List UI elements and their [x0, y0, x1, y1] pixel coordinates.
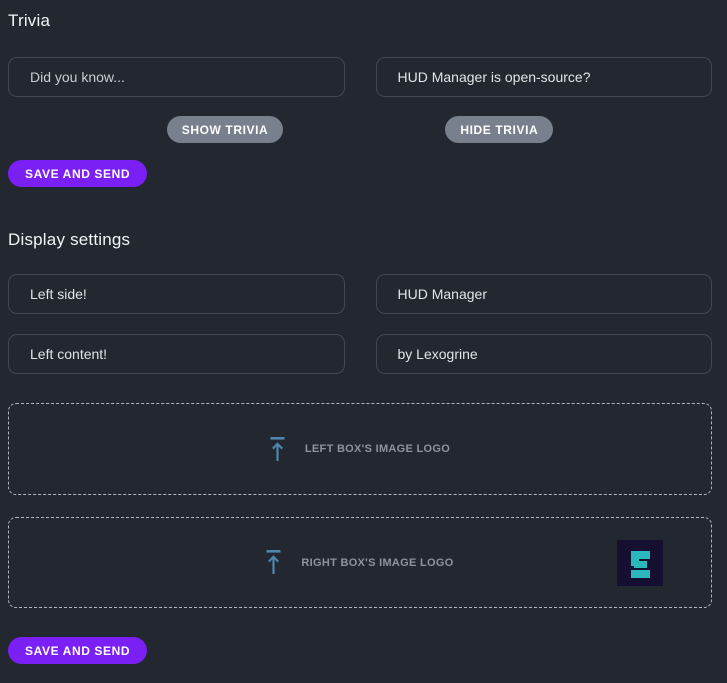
- right-content-col: [376, 334, 713, 374]
- upload-arrow-icon: [270, 437, 285, 462]
- right-side-input[interactable]: [376, 274, 713, 314]
- right-side-col: [376, 274, 713, 314]
- left-logo-dropzone[interactable]: LEFT BOX'S IMAGE LOGO: [8, 403, 712, 495]
- right-logo-dropzone[interactable]: RIGHT BOX'S IMAGE LOGO: [8, 517, 712, 608]
- display-settings-section: Display settings: [8, 229, 712, 664]
- hud-manager-settings-page: Trivia SHOW TRIVIA HIDE TRIVIA SAVE AND …: [0, 0, 727, 683]
- trivia-inputs-row: [8, 57, 712, 97]
- left-content-col: [8, 334, 345, 374]
- display-inputs-row-2: [8, 334, 712, 374]
- right-dropzone-label: RIGHT BOX'S IMAGE LOGO: [301, 557, 453, 569]
- upload-arrow-icon: [266, 550, 281, 575]
- display-settings-heading: Display settings: [8, 229, 712, 250]
- show-trivia-button[interactable]: SHOW TRIVIA: [167, 116, 284, 143]
- left-side-col: [8, 274, 345, 314]
- hide-trivia-button[interactable]: HIDE TRIVIA: [445, 116, 553, 143]
- trivia-save-and-send-button[interactable]: SAVE AND SEND: [8, 160, 147, 187]
- right-content-input[interactable]: [376, 334, 713, 374]
- lexogrine-logo: [617, 540, 663, 586]
- trivia-text-input[interactable]: [8, 57, 345, 97]
- trivia-heading: Trivia: [8, 10, 712, 31]
- trivia-text-col: [8, 57, 345, 97]
- trivia-question-col: [376, 57, 713, 97]
- display-inputs-row-1: [8, 274, 712, 314]
- trivia-buttons-row: SHOW TRIVIA HIDE TRIVIA: [8, 116, 712, 143]
- display-save-and-send-button[interactable]: SAVE AND SEND: [8, 637, 147, 664]
- left-dropzone-label: LEFT BOX'S IMAGE LOGO: [305, 443, 450, 455]
- trivia-section: Trivia SHOW TRIVIA HIDE TRIVIA SAVE AND …: [8, 10, 712, 187]
- trivia-question-input[interactable]: [376, 57, 713, 97]
- left-side-input[interactable]: [8, 274, 345, 314]
- left-content-input[interactable]: [8, 334, 345, 374]
